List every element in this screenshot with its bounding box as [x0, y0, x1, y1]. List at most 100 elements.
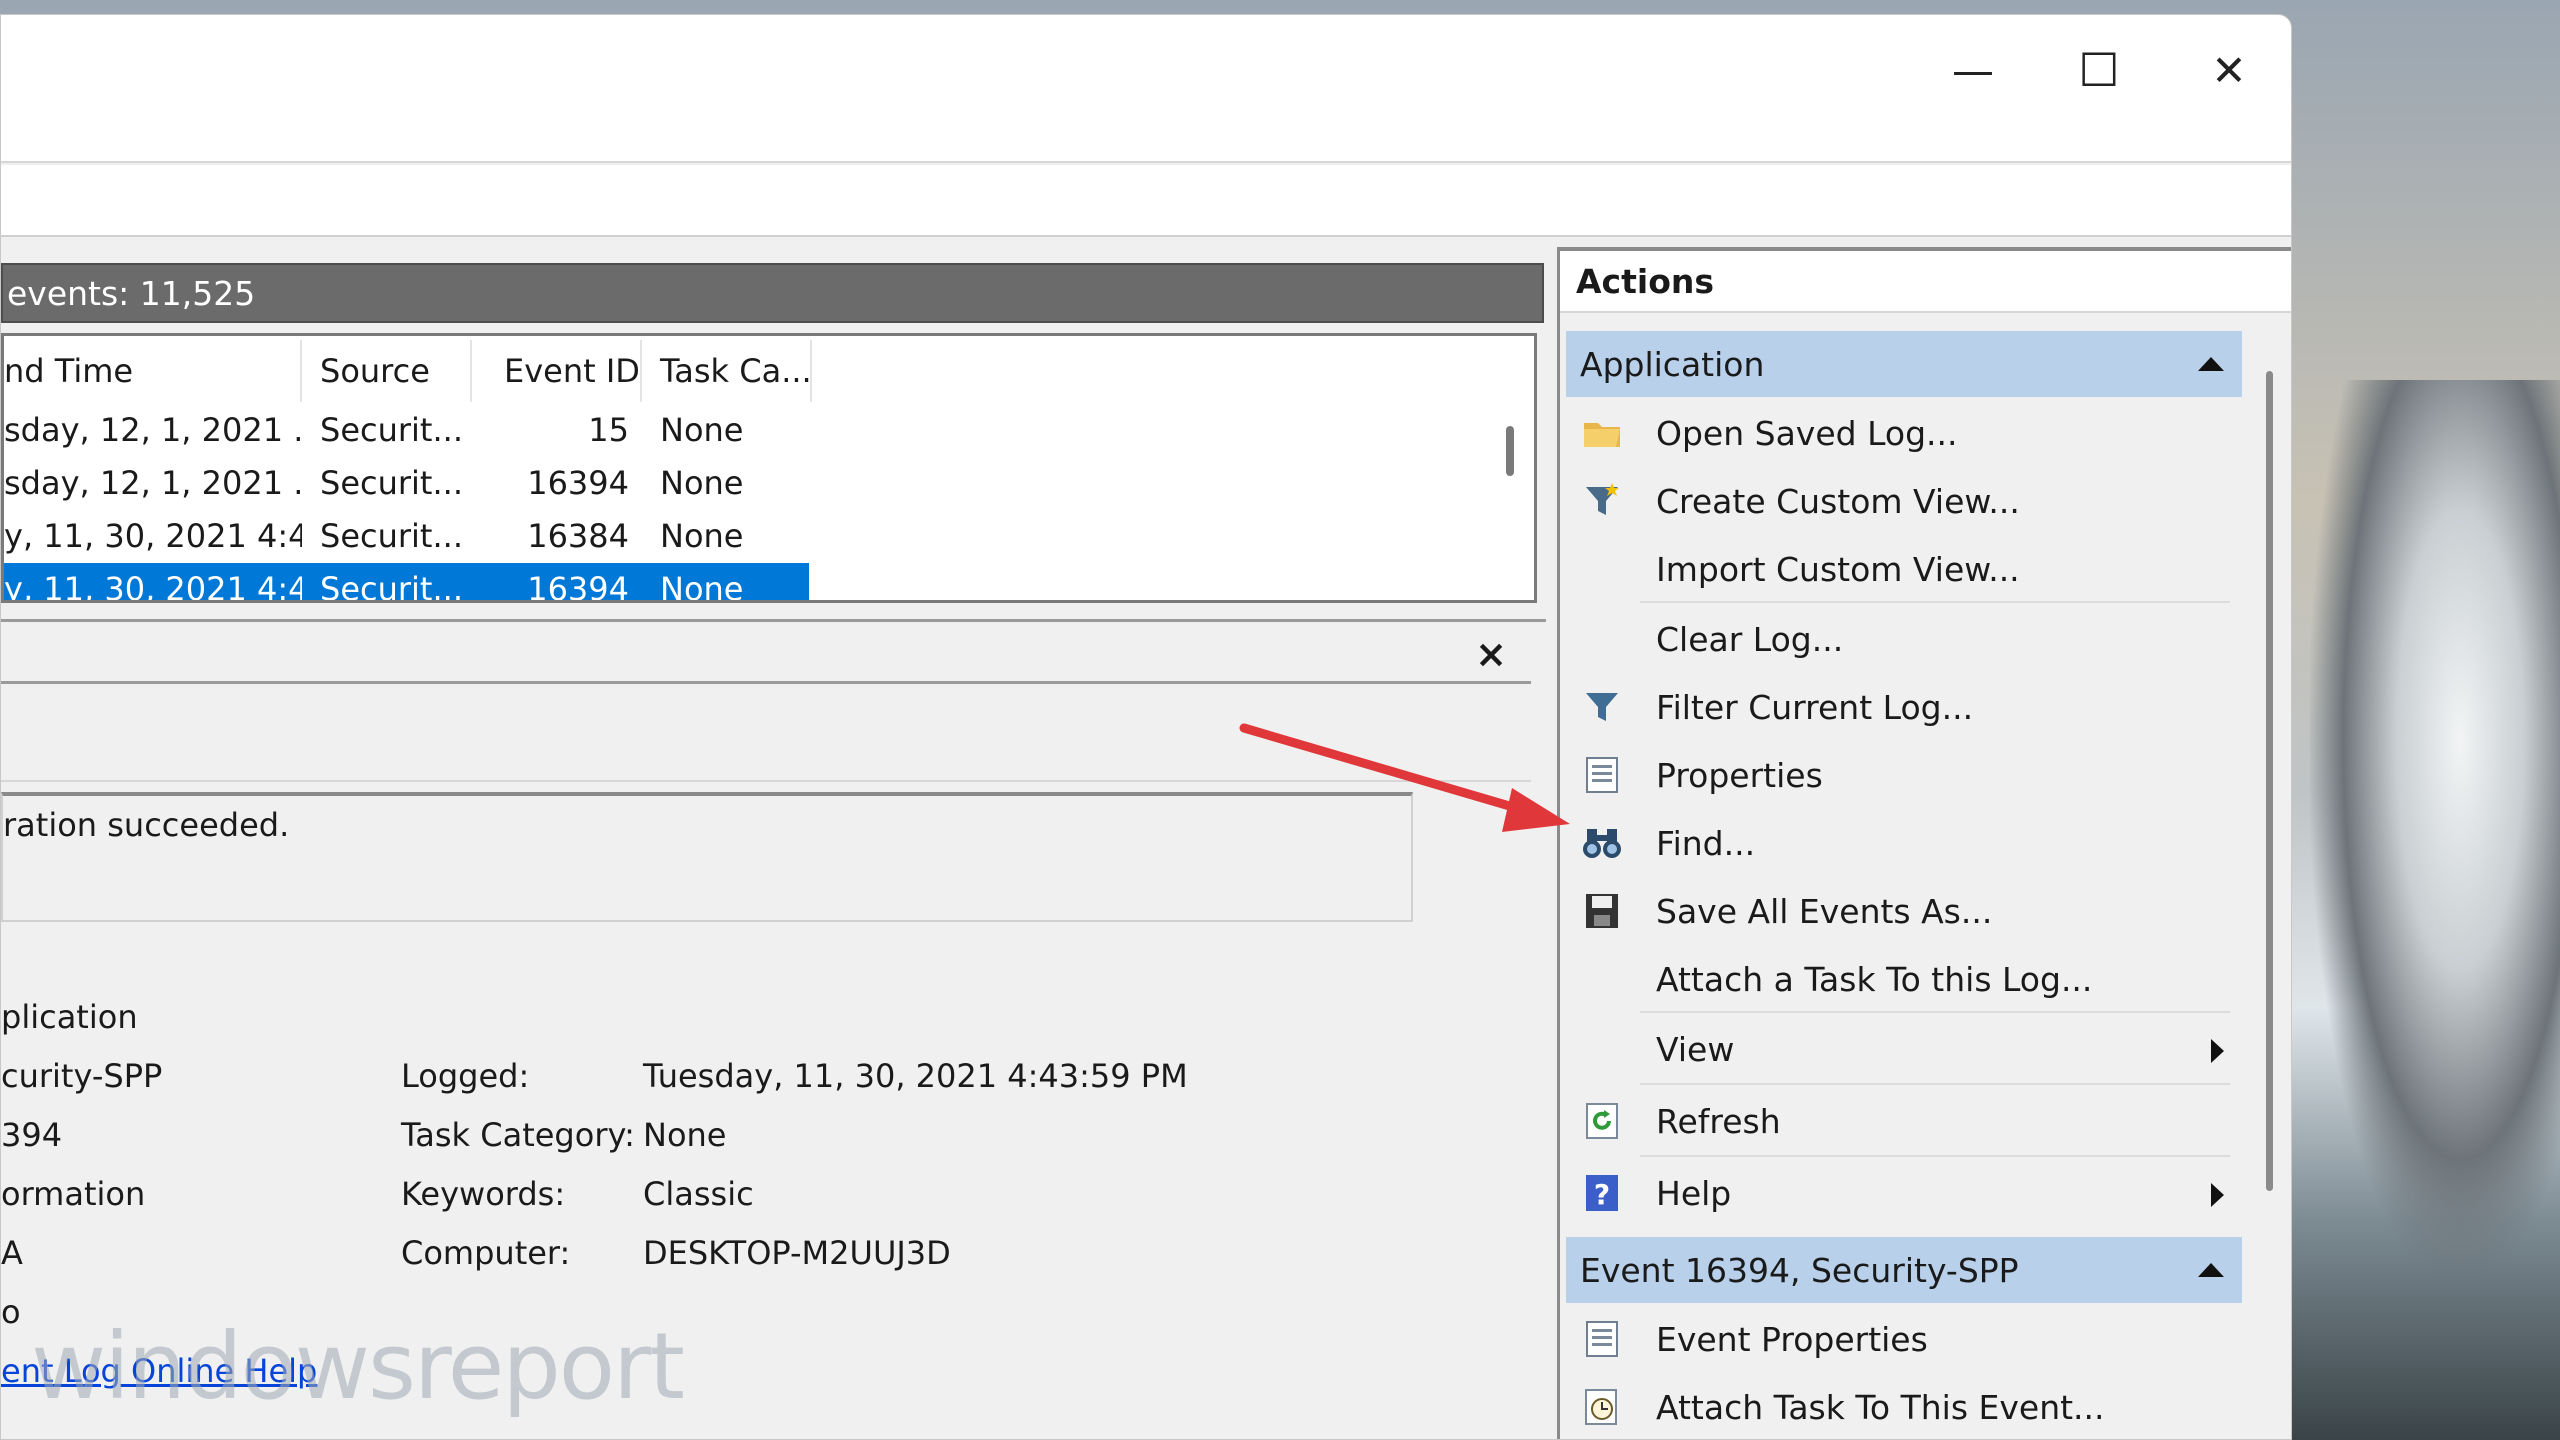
minimize-button[interactable]: — — [1913, 35, 2033, 105]
cell-date-time: sday, 12, 1, 2021 ... — [4, 411, 302, 449]
close-button[interactable]: ✕ — [2169, 35, 2289, 105]
column-date-time[interactable]: nd Time — [4, 340, 302, 402]
action-create-custom-view[interactable]: Create Custom View... — [1566, 471, 2242, 531]
menu-separator — [1640, 601, 2230, 603]
action-help[interactable]: ? Help — [1566, 1163, 2242, 1223]
keywords-label: Keywords: — [401, 1175, 566, 1213]
cell-source: Securit... — [320, 570, 463, 603]
cell-task-category: None — [660, 570, 744, 603]
level-value: ormation — [1, 1175, 146, 1213]
cell-date-time: y, 11, 30, 2021 4:4... — [4, 517, 302, 555]
binoculars-icon — [1580, 821, 1624, 865]
filter-icon — [1580, 685, 1624, 729]
title-bar: — ☐ ✕ — [1, 15, 2291, 163]
action-clear-log[interactable]: Clear Log... — [1566, 609, 2242, 669]
column-source[interactable]: Source — [304, 340, 472, 402]
minimize-icon: — — [1952, 45, 1994, 95]
source-value: curity-SPP — [1, 1057, 163, 1095]
action-refresh[interactable]: Refresh — [1566, 1091, 2242, 1151]
actions-pane: Actions Application Open Saved Log... Cre… — [1557, 247, 2291, 1439]
cell-event-id: 16384 — [527, 517, 629, 555]
column-event-id[interactable]: Event ID — [474, 340, 642, 402]
cell-event-id: 16394 — [527, 464, 629, 502]
action-label: Filter Current Log... — [1656, 687, 1974, 727]
task-category-label: Task Category: — [401, 1116, 635, 1154]
action-filter-current-log[interactable]: Filter Current Log... — [1566, 677, 2242, 737]
description-box: ration succeeded. — [1, 792, 1413, 922]
maximize-icon: ☐ — [2078, 43, 2120, 97]
computer-value: DESKTOP-M2UUJ3D — [643, 1234, 951, 1272]
action-attach-task-to-this-event[interactable]: Attach Task To This Event... — [1566, 1377, 2242, 1437]
collapse-up-icon[interactable] — [2198, 1263, 2224, 1277]
action-label: Create Custom View... — [1656, 481, 2020, 521]
action-label: Open Saved Log... — [1656, 413, 1958, 453]
menu-separator — [1640, 1011, 2230, 1013]
actions-title: Actions — [1560, 251, 2291, 313]
action-attach-a-task-to-this-log[interactable]: Attach a Task To this Log... — [1566, 949, 2242, 1009]
group-application[interactable]: Application — [1566, 331, 2242, 397]
action-properties[interactable]: Properties — [1566, 745, 2242, 805]
wallpaper-snowy-tree — [2310, 380, 2560, 1280]
actions-scrollbar[interactable] — [2266, 371, 2273, 1191]
table-row[interactable]: y, 11, 30, 2021 4:4... Securit... 16394 Non… — [4, 563, 809, 603]
description-text: ration succeeded. — [3, 806, 290, 844]
cell-source: Securit... — [320, 464, 463, 502]
action-label: Attach Task To This Event... — [1656, 1387, 2105, 1427]
center-panel: events: 11,525 nd Time Source Event ID T… — [1, 247, 1546, 1439]
action-label: Event Properties — [1656, 1319, 1928, 1359]
keywords-value: Classic — [643, 1175, 754, 1213]
list-scrollbar[interactable] — [1506, 426, 1514, 476]
column-task-category[interactable]: Task Ca... — [644, 340, 812, 402]
submenu-arrow-icon — [2211, 1183, 2224, 1207]
task-clock-icon — [1580, 1385, 1624, 1429]
group-event[interactable]: Event 16394, Security-SPP — [1566, 1237, 2242, 1303]
logged-label: Logged: — [401, 1057, 530, 1095]
cell-event-id: 15 — [588, 411, 629, 449]
event-id-value: 394 — [1, 1116, 63, 1154]
event-viewer-window: — ☐ ✕ events: 11,525 nd Time Source Even… — [0, 14, 2292, 1440]
action-save-all-events-as[interactable]: Save All Events As... — [1566, 881, 2242, 941]
logged-value: Tuesday, 11, 30, 2021 4:43:59 PM — [643, 1057, 1188, 1095]
action-event-properties[interactable]: Event Properties — [1566, 1309, 2242, 1369]
detail-close-button[interactable]: × — [1469, 632, 1513, 676]
action-label: Attach a Task To this Log... — [1656, 959, 2093, 999]
properties-icon — [1580, 1317, 1624, 1361]
action-view[interactable]: View — [1566, 1019, 2242, 1079]
action-label: Properties — [1656, 755, 1823, 795]
action-label: Find... — [1656, 823, 1756, 863]
menu-separator — [1640, 1083, 2230, 1085]
collapse-up-icon[interactable] — [2198, 357, 2224, 371]
red-arrow-annotation — [1239, 723, 1570, 832]
action-find[interactable]: Find... — [1566, 813, 2242, 873]
task-category-value: None — [643, 1116, 727, 1154]
close-icon: ✕ — [2211, 45, 2247, 95]
cell-date-time: sday, 12, 1, 2021 ... — [4, 464, 302, 502]
action-import-custom-view[interactable]: Import Custom View... — [1566, 539, 2242, 599]
maximize-button[interactable]: ☐ — [2039, 35, 2159, 105]
action-label: Import Custom View... — [1656, 549, 2020, 589]
opcode-value: o — [1, 1293, 21, 1331]
watermark-logo: windowsreport — [31, 1313, 685, 1420]
cell-source: Securit... — [320, 411, 463, 449]
cell-event-id: 16394 — [527, 570, 629, 603]
save-icon — [1580, 889, 1624, 933]
filter-star-icon — [1580, 479, 1624, 523]
action-open-saved-log[interactable]: Open Saved Log... — [1566, 403, 2242, 463]
cell-task-category: None — [660, 411, 744, 449]
detail-header: × — [1, 622, 1531, 684]
toolbar — [1, 165, 2291, 237]
table-row[interactable]: sday, 12, 1, 2021 ... Securit... 16394 None — [4, 457, 809, 509]
help-icon: ? — [1580, 1171, 1624, 1215]
svg-text:?: ? — [1594, 1178, 1610, 1211]
table-row[interactable]: sday, 12, 1, 2021 ... Securit... 15 None — [4, 404, 809, 456]
action-label: Clear Log... — [1656, 619, 1844, 659]
user-value: A — [1, 1234, 23, 1272]
menu-separator — [1640, 1155, 2230, 1157]
properties-icon — [1580, 753, 1624, 797]
submenu-arrow-icon — [2211, 1039, 2224, 1063]
table-row[interactable]: y, 11, 30, 2021 4:4... Securit... 16384 Non… — [4, 510, 809, 562]
cell-date-time: y, 11, 30, 2021 4:4... — [4, 570, 302, 603]
group-event-label: Event 16394, Security-SPP — [1580, 1250, 2019, 1290]
events-list[interactable]: nd Time Source Event ID Task Ca... sday,… — [1, 333, 1537, 603]
action-label: Save All Events As... — [1656, 891, 1993, 931]
